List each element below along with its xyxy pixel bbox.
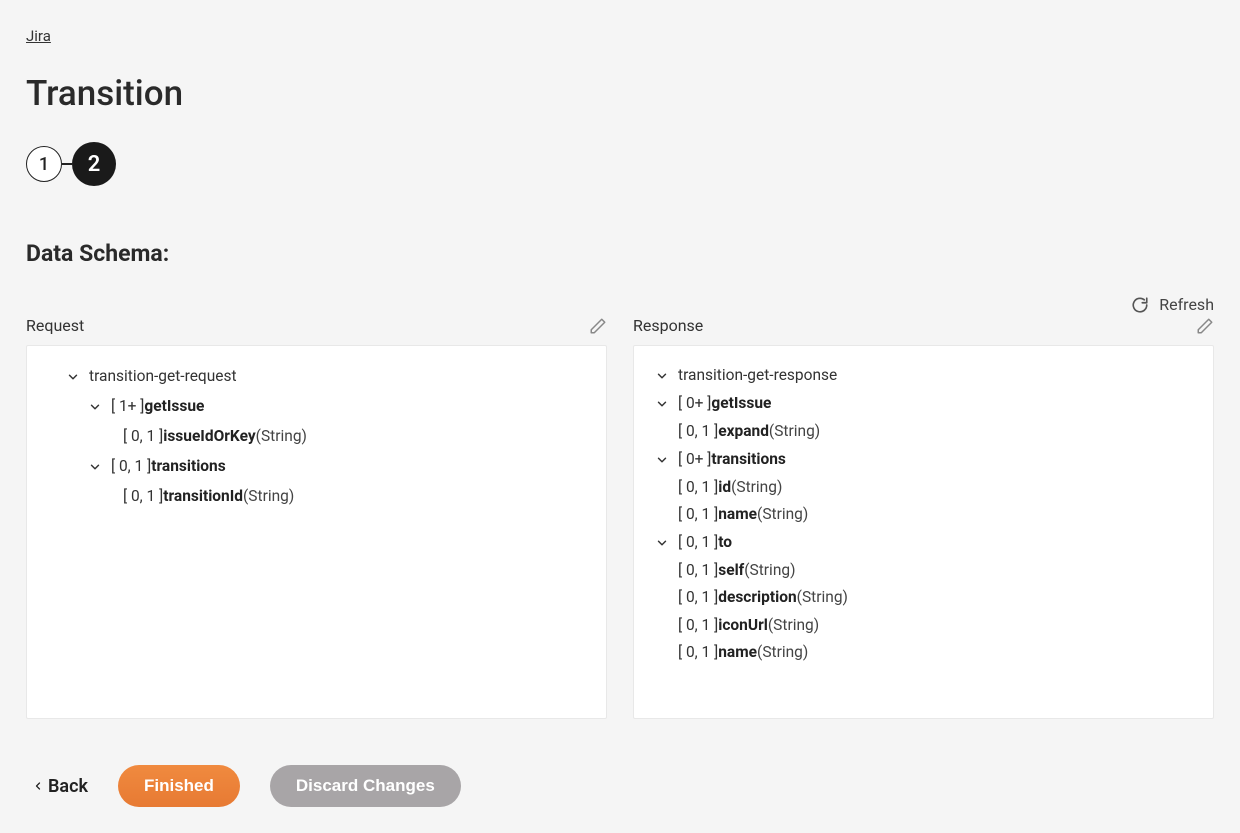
cardinality: [ 0, 1 ] <box>678 424 718 440</box>
cardinality: [ 0, 1 ] <box>678 590 718 606</box>
chevron-down-icon[interactable] <box>654 535 670 551</box>
request-label: Request <box>26 316 84 335</box>
cardinality: [ 1+ ] <box>111 399 144 415</box>
back-button[interactable]: Back <box>32 776 88 797</box>
cardinality: [ 0, 1 ] <box>678 480 718 496</box>
chevron-down-icon[interactable] <box>87 399 103 415</box>
tree-row[interactable]: [ 0, 1 ] issueIdOrKey (String) <box>47 422 586 452</box>
field-type: (String) <box>243 489 294 505</box>
cardinality: [ 0+ ] <box>678 452 711 468</box>
request-schema-panel: transition-get-request [ 1+ ] getIssue[ … <box>26 345 607 719</box>
field-name: transitionId <box>163 489 243 505</box>
cardinality: [ 0, 1 ] <box>678 645 718 661</box>
field-name: name <box>718 507 757 523</box>
refresh-button[interactable]: Refresh <box>26 295 1214 314</box>
chevron-down-icon[interactable] <box>654 396 670 412</box>
tree-row[interactable]: [ 0, 1 ] description (String) <box>654 584 1193 612</box>
field-type: (String) <box>757 645 808 661</box>
field-name: issueIdOrKey <box>163 429 255 445</box>
page-title: Transition <box>26 73 1214 114</box>
discard-button[interactable]: Discard Changes <box>270 765 461 807</box>
cardinality: [ 0, 1 ] <box>678 507 718 523</box>
edit-response-button[interactable] <box>1196 317 1214 335</box>
tree-root[interactable]: transition-get-response <box>654 362 1193 390</box>
tree-row[interactable]: [ 0, 1 ] iconUrl (String) <box>654 612 1193 640</box>
chevron-left-icon <box>32 780 44 792</box>
pencil-icon <box>1196 317 1214 335</box>
response-schema-panel: transition-get-response [ 0+ ] getIssue[… <box>633 345 1214 719</box>
field-type: (String) <box>757 507 808 523</box>
edit-request-button[interactable] <box>589 317 607 335</box>
chevron-down-icon[interactable] <box>65 369 81 385</box>
cardinality: [ 0+ ] <box>678 396 711 412</box>
section-title: Data Schema: <box>26 240 1214 267</box>
tree-root[interactable]: transition-get-request <box>47 362 586 392</box>
tree-root-label: transition-get-request <box>89 369 237 385</box>
refresh-icon <box>1131 296 1149 314</box>
chevron-down-icon[interactable] <box>654 368 670 384</box>
tree-root-label: transition-get-response <box>678 368 837 384</box>
tree-row[interactable]: [ 0, 1 ] transitions <box>47 452 586 482</box>
field-type: (String) <box>256 429 307 445</box>
response-label: Response <box>633 316 703 335</box>
field-name: description <box>718 590 796 606</box>
tree-row[interactable]: [ 0, 1 ] expand (String) <box>654 418 1193 446</box>
field-name: expand <box>718 424 769 440</box>
field-name: transitions <box>711 452 785 468</box>
field-type: (String) <box>744 563 795 579</box>
cardinality: [ 0, 1 ] <box>123 489 163 505</box>
tree-row[interactable]: [ 0, 1 ] name (String) <box>654 501 1193 529</box>
chevron-down-icon[interactable] <box>654 452 670 468</box>
step-connector <box>62 163 72 165</box>
field-name: getIssue <box>144 399 204 415</box>
cardinality: [ 0, 1 ] <box>111 459 151 475</box>
finished-button[interactable]: Finished <box>118 765 240 807</box>
field-name: to <box>718 535 732 551</box>
field-type: (String) <box>797 590 848 606</box>
step-2[interactable]: 2 <box>72 142 116 186</box>
step-1[interactable]: 1 <box>26 146 62 182</box>
tree-row[interactable]: [ 1+ ] getIssue <box>47 392 586 422</box>
cardinality: [ 0, 1 ] <box>123 429 163 445</box>
tree-row[interactable]: [ 0, 1 ] transitionId (String) <box>47 482 586 512</box>
field-name: self <box>718 563 744 579</box>
tree-row[interactable]: [ 0, 1 ] name (String) <box>654 639 1193 667</box>
tree-row[interactable]: [ 0, 1 ] id (String) <box>654 474 1193 502</box>
tree-row[interactable]: [ 0, 1 ] self (String) <box>654 557 1193 585</box>
field-name: name <box>718 645 757 661</box>
cardinality: [ 0, 1 ] <box>678 535 718 551</box>
cardinality: [ 0, 1 ] <box>678 618 718 634</box>
field-name: iconUrl <box>718 618 768 634</box>
refresh-label: Refresh <box>1159 295 1214 314</box>
stepper: 1 2 <box>26 142 1214 186</box>
field-type: (String) <box>768 618 819 634</box>
field-name: transitions <box>151 459 225 475</box>
back-label: Back <box>48 776 88 797</box>
field-name: getIssue <box>711 396 771 412</box>
tree-row[interactable]: [ 0+ ] transitions <box>654 446 1193 474</box>
field-name: id <box>718 480 731 496</box>
breadcrumb-jira[interactable]: Jira <box>26 27 51 45</box>
pencil-icon <box>589 317 607 335</box>
tree-row[interactable]: [ 0, 1 ] to <box>654 529 1193 557</box>
field-type: (String) <box>731 480 782 496</box>
cardinality: [ 0, 1 ] <box>678 563 718 579</box>
chevron-down-icon[interactable] <box>87 459 103 475</box>
field-type: (String) <box>769 424 820 440</box>
tree-row[interactable]: [ 0+ ] getIssue <box>654 390 1193 418</box>
